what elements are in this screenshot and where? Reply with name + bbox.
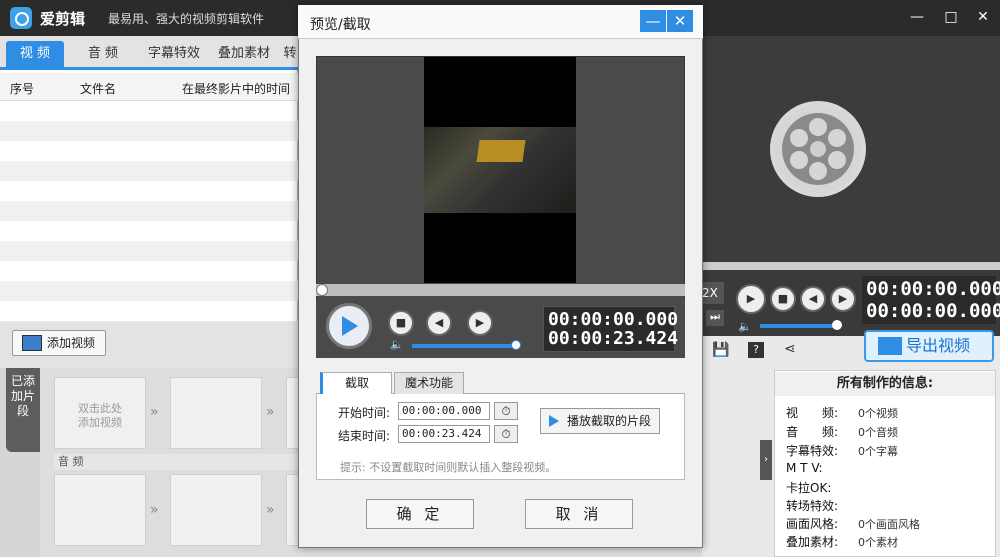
maximize-window-button[interactable]: □ (940, 6, 962, 28)
hint-text: 提示: 不设置截取时间则默认插入整段视频。 (340, 461, 557, 474)
main-next-frame-button[interactable]: ▶ (830, 286, 856, 312)
volume-icon: 🔈 (738, 320, 752, 333)
play-icon (342, 316, 358, 336)
speed-button[interactable]: 2X (702, 282, 724, 304)
column-index: 序号 (10, 82, 35, 96)
dialog-prev-frame-button[interactable]: ◀ (426, 310, 452, 336)
tab-overlay[interactable]: 叠加素材 (212, 41, 276, 67)
list-row (0, 241, 298, 261)
cancel-button[interactable]: 取 消 (525, 499, 633, 529)
app-slogan: 最易用、强大的视频剪辑软件 (108, 12, 265, 26)
tab-video[interactable]: 视 频 (6, 41, 64, 67)
dialog-volume-knob[interactable] (511, 340, 521, 350)
info-value: 0个画面风格 (858, 518, 920, 531)
audio-slot[interactable] (54, 474, 146, 546)
list-row (0, 281, 298, 301)
tab-clip[interactable]: 截取 (320, 372, 392, 394)
add-clip-slot[interactable]: 双击此处 添加视频 (54, 377, 146, 449)
minimize-window-button[interactable]: — (906, 6, 928, 28)
dialog-seek-knob[interactable] (316, 284, 328, 296)
info-key: 字幕特效: (786, 444, 839, 458)
info-value: 0个视频 (858, 407, 898, 420)
main-stop-button[interactable]: ■ (770, 286, 796, 312)
dialog-stop-button[interactable]: ■ (388, 310, 414, 336)
end-time-input[interactable]: 00:00:23.424 (398, 425, 490, 443)
tab-subtitle-effects[interactable]: 字幕特效 (142, 41, 206, 67)
info-value: 0个音频 (858, 426, 898, 439)
app-name: 爱剪辑 (40, 10, 86, 28)
dialog-total-time: 00:00:23.424 (548, 328, 679, 349)
chevron-right-icon: » (266, 404, 275, 420)
app-logo-icon (10, 7, 32, 29)
dialog-title: 预览/截取 (310, 17, 371, 33)
end-time-label: 结束时间: (338, 429, 391, 443)
list-row (0, 201, 298, 221)
collapse-arrow-icon[interactable]: › (760, 440, 772, 480)
clip-list-header: 序号 文件名 在最终影片中的时间 (0, 73, 298, 101)
main-play-button[interactable]: ▶ (736, 284, 766, 314)
share-icon[interactable]: ⋖ (784, 341, 796, 357)
dialog-close-button[interactable]: ✕ (667, 10, 693, 32)
info-panel-title: 所有制作的信息: (775, 372, 995, 396)
chevron-right-icon: » (266, 502, 275, 518)
info-value: 0个字幕 (858, 445, 898, 458)
info-key: 音 频: (786, 425, 839, 439)
play-icon (549, 415, 559, 427)
export-icon (878, 337, 902, 355)
main-total-time: 00:00:00.000 (866, 300, 1000, 322)
dialog-minimize-button[interactable]: — (640, 10, 666, 32)
info-key: 转场特效: (786, 499, 839, 513)
list-row (0, 161, 298, 181)
list-row (0, 121, 298, 141)
info-key: 画面风格: (786, 517, 839, 531)
close-window-button[interactable]: ✕ (972, 6, 994, 28)
clip-slot[interactable] (170, 377, 262, 449)
info-key: M T V: (786, 461, 823, 475)
clip-list-panel: 视 频 音 频 字幕特效 叠加素材 转 序号 文件名 在最终影片中的时间 (0, 36, 298, 321)
main-volume-slider[interactable] (760, 324, 838, 328)
info-key: 叠加素材: (786, 535, 839, 549)
set-start-time-icon[interactable]: ⏱ (494, 402, 518, 420)
main-volume-knob[interactable] (832, 320, 842, 330)
tab-transition[interactable]: 转 (282, 41, 298, 67)
added-clips-label: 已添加片段 (6, 368, 40, 452)
chevron-right-icon: » (150, 404, 159, 420)
audio-slot[interactable] (170, 474, 262, 546)
info-key: 视 频: (786, 406, 839, 420)
volume-icon: 🔈 (390, 338, 404, 351)
dialog-current-time: 00:00:00.000 (548, 309, 679, 330)
next-frame-icon[interactable]: ⏭ (706, 310, 724, 326)
video-device-screen (476, 140, 526, 162)
start-time-label: 开始时间: (338, 406, 391, 420)
info-key: 卡拉OK: (786, 481, 832, 495)
film-reel-icon (770, 101, 866, 197)
column-time-in-movie: 在最终影片中的时间 (182, 82, 291, 96)
dialog-volume-slider[interactable] (412, 344, 516, 348)
film-add-icon (22, 335, 42, 351)
main-prev-frame-button[interactable]: ◀ (800, 286, 826, 312)
column-filename: 文件名 (80, 82, 117, 96)
help-icon[interactable]: ? (748, 342, 764, 358)
info-value: 0个素材 (858, 536, 898, 549)
main-tabs: 视 频 音 频 字幕特效 叠加素材 转 (0, 36, 298, 70)
main-current-time: 00:00:00.000 (866, 278, 1000, 300)
save-icon[interactable]: 💾 (712, 342, 729, 358)
main-seek-bar[interactable] (702, 262, 1000, 270)
ok-button[interactable]: 确 定 (366, 499, 474, 529)
start-time-input[interactable]: 00:00:00.000 (398, 402, 490, 420)
chevron-right-icon: » (150, 502, 159, 518)
dialog-next-frame-button[interactable]: ▶ (467, 310, 493, 336)
set-end-time-icon[interactable]: ⏱ (494, 425, 518, 443)
tab-magic[interactable]: 魔术功能 (394, 372, 464, 394)
tab-audio[interactable]: 音 频 (72, 41, 134, 67)
